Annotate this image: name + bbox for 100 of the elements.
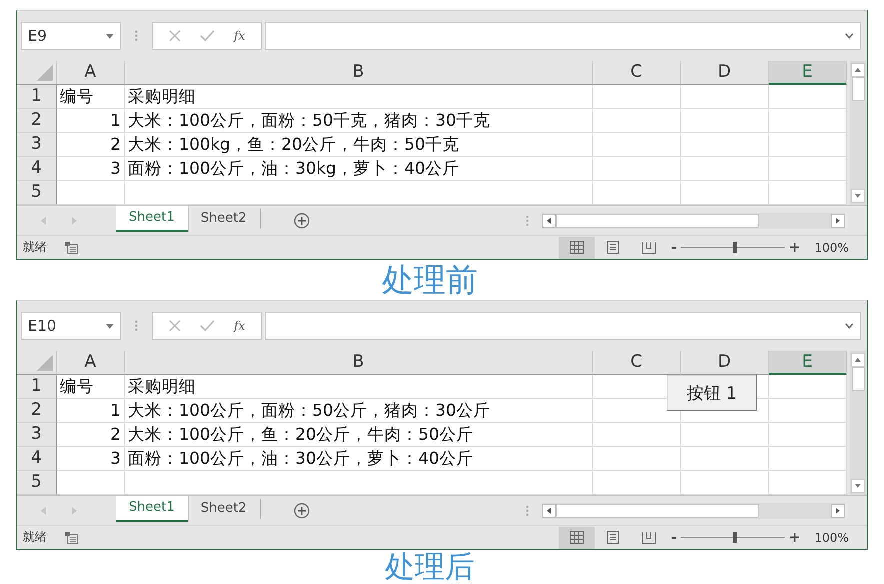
table-cell: 大米：100kg，鱼：20公斤，牛肉：50千克 [125,133,593,158]
column-header[interactable]: A [57,61,125,86]
zoom-level-text[interactable]: 100% [814,240,849,255]
zoom-in-button[interactable]: + [788,530,801,546]
horizontal-scrollbar[interactable] [542,212,845,229]
insert-function-button[interactable]: fx [234,29,246,44]
column-header[interactable]: D [681,61,769,86]
grip-icon [526,214,529,227]
sheet-tab[interactable]: Sheet2 [188,499,261,520]
table-cell: 编号 [57,85,125,110]
sheet-tab[interactable]: Sheet2 [188,209,261,230]
row-header[interactable]: 4 [17,447,57,472]
column-header[interactable]: B [125,61,593,86]
row-header[interactable]: 5 [17,181,57,206]
table-cell: 3 [57,447,125,472]
scroll-left-icon[interactable] [542,504,556,518]
select-all-button[interactable] [17,61,57,86]
scroll-up-icon[interactable] [851,353,865,368]
triangle-icon [37,65,53,82]
page-icon [607,531,620,544]
scroll-down-icon[interactable] [851,479,865,494]
scroll-down-icon[interactable] [851,189,865,204]
macro-recorder-icon[interactable] [65,532,78,544]
expand-icon[interactable] [845,323,854,330]
triangle-icon [37,355,53,372]
row-header[interactable]: 1 [17,375,57,400]
scroll-thumb[interactable] [852,367,864,392]
scroll-thumb[interactable] [556,214,759,228]
vertical-scrollbar[interactable] [850,351,866,496]
table-cell: 1 [57,109,125,134]
table-cell: 采购明细 [125,85,593,110]
formula-field[interactable] [265,312,861,340]
row-header[interactable]: 3 [17,423,57,448]
scroll-right-icon[interactable] [831,504,845,518]
scroll-left-icon[interactable] [542,214,556,228]
row-header[interactable]: 2 [17,399,57,424]
zoom-out-button[interactable]: - [671,240,677,256]
column-header[interactable]: C [593,61,681,86]
status-text: 就绪 [23,239,47,256]
view-button[interactable] [559,526,596,549]
zoom-slider-thumb[interactable] [732,532,737,544]
name-box[interactable]: E10 [21,312,121,340]
table-cell: 3 [57,157,125,182]
grid-icon [570,241,584,254]
vertical-scrollbar[interactable] [850,61,866,206]
row-header[interactable]: 4 [17,157,57,182]
zoom-slider-thumb[interactable] [732,242,737,254]
scroll-thumb[interactable] [556,504,759,518]
zoom-out-button[interactable]: - [671,530,677,546]
row-header[interactable]: 2 [17,109,57,134]
column-header[interactable]: B [125,351,593,376]
column-header[interactable]: C [593,351,681,376]
table-cell: 编号 [57,375,125,400]
scroll-right-icon[interactable] [831,214,845,228]
zoom-in-button[interactable]: + [788,240,801,256]
caption-text: 处理后 [384,550,476,584]
zoom-level-text[interactable]: 100% [814,530,849,545]
expand-icon[interactable] [845,33,854,40]
add-sheet-icon[interactable] [294,212,310,229]
name-box[interactable]: E9 [21,22,121,50]
dropdown-icon[interactable] [106,324,114,329]
row-header[interactable]: 5 [17,471,57,496]
grip-icon [135,30,138,42]
horizontal-scrollbar[interactable] [542,502,845,519]
form-button[interactable]: 按钮 1 [667,375,757,412]
table-cell: 面粉：100公斤，油：30kg，萝卜：40公斤 [125,157,593,182]
dropdown-icon[interactable] [106,34,114,39]
column-header[interactable]: A [57,351,125,376]
column-header[interactable]: E [769,61,847,86]
select-all-button[interactable] [17,351,57,376]
sheet-tab[interactable]: Sheet1 [116,206,188,232]
table-cell: 大米：100公斤，面粉：50公斤，猪肉：30公斤 [125,399,593,424]
page-icon [607,241,620,254]
insert-function-button[interactable]: fx [234,319,246,334]
grip-icon [526,504,529,517]
column-header[interactable]: D [681,351,769,376]
table-cell: 采购明细 [125,375,593,400]
table-cell: 2 [57,133,125,158]
row-header[interactable]: 1 [17,85,57,110]
row-header[interactable]: 3 [17,133,57,158]
table-cell: 大米：100公斤，鱼：20公斤，牛肉：50公斤 [125,423,593,448]
table-cell: 2 [57,423,125,448]
check-icon[interactable] [200,30,215,42]
view-button[interactable] [559,236,596,259]
table-cell: 大米：100公斤，面粉：50千克，猪肉：30千克 [125,109,593,134]
scroll-thumb[interactable] [852,77,864,102]
caption-text: 处理前 [381,260,479,300]
scroll-up-icon[interactable] [851,63,865,78]
table-cell: 1 [57,399,125,424]
page-break-icon [642,242,656,254]
grip-icon [135,320,138,332]
macro-recorder-icon[interactable] [65,242,78,254]
add-sheet-icon[interactable] [294,502,310,519]
check-icon[interactable] [200,320,215,332]
page-break-icon [642,532,656,544]
formula-field[interactable] [265,22,861,50]
table-cell: 面粉：100公斤，油：30公斤，萝卜：40公斤 [125,447,593,472]
grid-icon [570,531,584,544]
column-header[interactable]: E [769,351,847,376]
sheet-tab[interactable]: Sheet1 [116,496,188,522]
